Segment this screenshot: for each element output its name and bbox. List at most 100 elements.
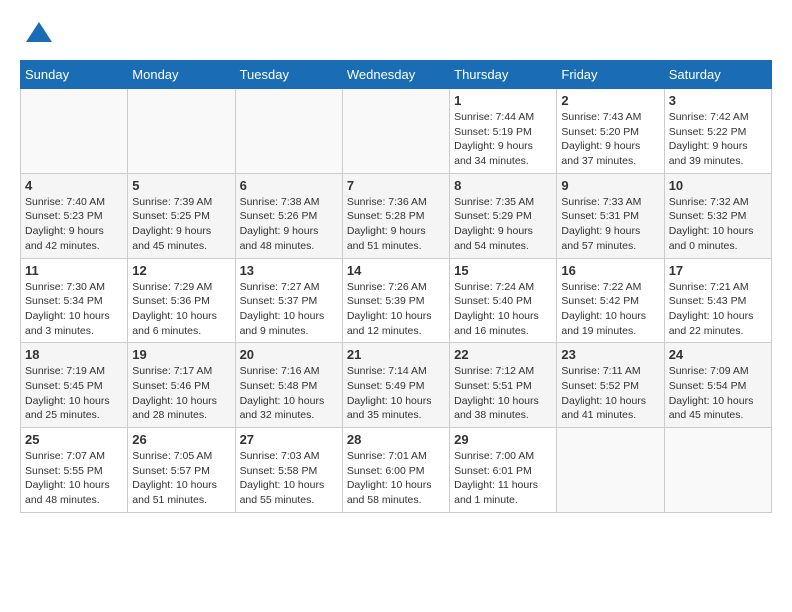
day-info: Sunrise: 7:36 AMSunset: 5:28 PMDaylight:… <box>347 195 445 254</box>
day-number: 26 <box>132 432 230 447</box>
day-info: Sunrise: 7:26 AMSunset: 5:39 PMDaylight:… <box>347 280 445 339</box>
day-info: Sunrise: 7:17 AMSunset: 5:46 PMDaylight:… <box>132 364 230 423</box>
calendar-cell: 8 Sunrise: 7:35 AMSunset: 5:29 PMDaylight… <box>450 173 557 258</box>
calendar-cell: 12 Sunrise: 7:29 AMSunset: 5:36 PMDayligh… <box>128 258 235 343</box>
day-info: Sunrise: 7:01 AMSunset: 6:00 PMDaylight:… <box>347 449 445 508</box>
day-number: 25 <box>25 432 123 447</box>
calendar-cell: 19 Sunrise: 7:17 AMSunset: 5:46 PMDayligh… <box>128 343 235 428</box>
calendar-cell: 4Sunrise: 7:40 AMSunset: 5:23 PMDaylight… <box>21 173 128 258</box>
calendar-cell: 18Sunrise: 7:19 AMSunset: 5:45 PMDayligh… <box>21 343 128 428</box>
calendar-cell: 21 Sunrise: 7:14 AMSunset: 5:49 PMDayligh… <box>342 343 449 428</box>
calendar-cell: 13 Sunrise: 7:27 AMSunset: 5:37 PMDayligh… <box>235 258 342 343</box>
calendar-cell: 5 Sunrise: 7:39 AMSunset: 5:25 PMDaylight… <box>128 173 235 258</box>
day-info: Sunrise: 7:35 AMSunset: 5:29 PMDaylight:… <box>454 195 552 254</box>
day-number: 1 <box>454 93 552 108</box>
calendar-week-row: 25 Sunrise: 7:07 AMSunset: 5:55 PMDayligh… <box>21 428 772 513</box>
logo <box>20 20 54 50</box>
day-number: 11 <box>25 263 123 278</box>
day-number: 3 <box>669 93 767 108</box>
day-number: 20 <box>240 347 338 362</box>
day-number: 22 <box>454 347 552 362</box>
day-info: Sunrise: 7:44 AMSunset: 5:19 PMDaylight:… <box>454 110 552 169</box>
calendar-cell <box>557 428 664 513</box>
weekday-header-sunday: Sunday <box>21 61 128 89</box>
day-info: Sunrise: 7:19 AMSunset: 5:45 PMDaylight:… <box>25 364 123 423</box>
calendar-cell: 29 Sunrise: 7:00 AMSunset: 6:01 PMDayligh… <box>450 428 557 513</box>
day-info: Sunrise: 7:24 AMSunset: 5:40 PMDaylight:… <box>454 280 552 339</box>
day-number: 28 <box>347 432 445 447</box>
day-info: Sunrise: 7:27 AMSunset: 5:37 PMDaylight:… <box>240 280 338 339</box>
day-number: 21 <box>347 347 445 362</box>
calendar-cell: 1 Sunrise: 7:44 AMSunset: 5:19 PMDaylight… <box>450 89 557 174</box>
logo-icon <box>24 20 54 50</box>
day-info: Sunrise: 7:32 AMSunset: 5:32 PMDaylight:… <box>669 195 767 254</box>
calendar-table: SundayMondayTuesdayWednesdayThursdayFrid… <box>20 60 772 513</box>
weekday-header-friday: Friday <box>557 61 664 89</box>
calendar-cell: 2 Sunrise: 7:43 AMSunset: 5:20 PMDaylight… <box>557 89 664 174</box>
calendar-cell <box>128 89 235 174</box>
weekday-header-monday: Monday <box>128 61 235 89</box>
day-number: 8 <box>454 178 552 193</box>
day-info: Sunrise: 7:29 AMSunset: 5:36 PMDaylight:… <box>132 280 230 339</box>
calendar-cell: 22 Sunrise: 7:12 AMSunset: 5:51 PMDayligh… <box>450 343 557 428</box>
day-info: Sunrise: 7:39 AMSunset: 5:25 PMDaylight:… <box>132 195 230 254</box>
calendar-week-row: 18Sunrise: 7:19 AMSunset: 5:45 PMDayligh… <box>21 343 772 428</box>
weekday-header-saturday: Saturday <box>664 61 771 89</box>
day-number: 2 <box>561 93 659 108</box>
day-info: Sunrise: 7:16 AMSunset: 5:48 PMDaylight:… <box>240 364 338 423</box>
calendar-cell: 26Sunrise: 7:05 AMSunset: 5:57 PMDayligh… <box>128 428 235 513</box>
day-info: Sunrise: 7:03 AMSunset: 5:58 PMDaylight:… <box>240 449 338 508</box>
calendar-cell <box>235 89 342 174</box>
day-info: Sunrise: 7:38 AMSunset: 5:26 PMDaylight:… <box>240 195 338 254</box>
day-info: Sunrise: 7:14 AMSunset: 5:49 PMDaylight:… <box>347 364 445 423</box>
day-info: Sunrise: 7:43 AMSunset: 5:20 PMDaylight:… <box>561 110 659 169</box>
day-number: 7 <box>347 178 445 193</box>
calendar-cell: 17 Sunrise: 7:21 AMSunset: 5:43 PMDayligh… <box>664 258 771 343</box>
calendar-cell <box>342 89 449 174</box>
calendar-cell: 11 Sunrise: 7:30 AMSunset: 5:34 PMDayligh… <box>21 258 128 343</box>
calendar-week-row: 4Sunrise: 7:40 AMSunset: 5:23 PMDaylight… <box>21 173 772 258</box>
day-number: 13 <box>240 263 338 278</box>
day-info: Sunrise: 7:00 AMSunset: 6:01 PMDaylight:… <box>454 449 552 508</box>
weekday-header-wednesday: Wednesday <box>342 61 449 89</box>
day-info: Sunrise: 7:33 AMSunset: 5:31 PMDaylight:… <box>561 195 659 254</box>
day-number: 29 <box>454 432 552 447</box>
day-info: Sunrise: 7:21 AMSunset: 5:43 PMDaylight:… <box>669 280 767 339</box>
day-info: Sunrise: 7:07 AMSunset: 5:55 PMDaylight:… <box>25 449 123 508</box>
calendar-cell <box>21 89 128 174</box>
calendar-cell: 10Sunrise: 7:32 AMSunset: 5:32 PMDayligh… <box>664 173 771 258</box>
day-number: 14 <box>347 263 445 278</box>
day-number: 15 <box>454 263 552 278</box>
calendar-week-row: 1 Sunrise: 7:44 AMSunset: 5:19 PMDaylight… <box>21 89 772 174</box>
day-number: 17 <box>669 263 767 278</box>
calendar-cell: 24 Sunrise: 7:09 AMSunset: 5:54 PMDayligh… <box>664 343 771 428</box>
day-number: 6 <box>240 178 338 193</box>
calendar-cell: 14 Sunrise: 7:26 AMSunset: 5:39 PMDayligh… <box>342 258 449 343</box>
calendar-cell: 6 Sunrise: 7:38 AMSunset: 5:26 PMDaylight… <box>235 173 342 258</box>
calendar-cell: 15 Sunrise: 7:24 AMSunset: 5:40 PMDayligh… <box>450 258 557 343</box>
day-info: Sunrise: 7:12 AMSunset: 5:51 PMDaylight:… <box>454 364 552 423</box>
day-number: 9 <box>561 178 659 193</box>
day-number: 24 <box>669 347 767 362</box>
calendar-cell: 7 Sunrise: 7:36 AMSunset: 5:28 PMDaylight… <box>342 173 449 258</box>
day-info: Sunrise: 7:09 AMSunset: 5:54 PMDaylight:… <box>669 364 767 423</box>
weekday-header-tuesday: Tuesday <box>235 61 342 89</box>
weekday-header-thursday: Thursday <box>450 61 557 89</box>
calendar-cell: 3Sunrise: 7:42 AMSunset: 5:22 PMDaylight… <box>664 89 771 174</box>
day-number: 4 <box>25 178 123 193</box>
calendar-header-row: SundayMondayTuesdayWednesdayThursdayFrid… <box>21 61 772 89</box>
calendar-cell <box>664 428 771 513</box>
day-number: 23 <box>561 347 659 362</box>
day-number: 27 <box>240 432 338 447</box>
calendar-cell: 23 Sunrise: 7:11 AMSunset: 5:52 PMDayligh… <box>557 343 664 428</box>
day-number: 12 <box>132 263 230 278</box>
day-info: Sunrise: 7:11 AMSunset: 5:52 PMDaylight:… <box>561 364 659 423</box>
calendar-cell: 25 Sunrise: 7:07 AMSunset: 5:55 PMDayligh… <box>21 428 128 513</box>
day-number: 19 <box>132 347 230 362</box>
day-number: 16 <box>561 263 659 278</box>
day-number: 5 <box>132 178 230 193</box>
calendar-cell: 16Sunrise: 7:22 AMSunset: 5:42 PMDayligh… <box>557 258 664 343</box>
calendar-cell: 27 Sunrise: 7:03 AMSunset: 5:58 PMDayligh… <box>235 428 342 513</box>
page-header <box>20 20 772 50</box>
day-info: Sunrise: 7:30 AMSunset: 5:34 PMDaylight:… <box>25 280 123 339</box>
